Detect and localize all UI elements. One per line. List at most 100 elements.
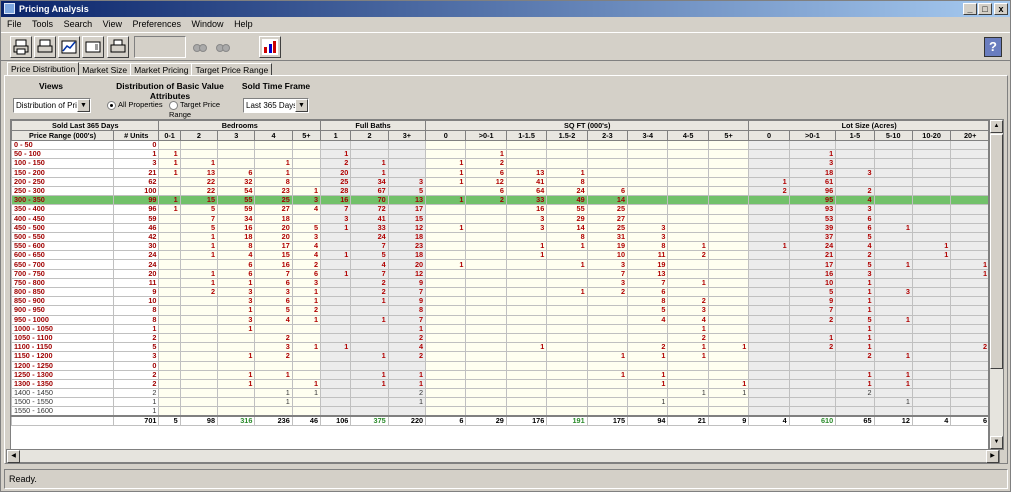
count-cell[interactable]: 1 xyxy=(465,149,507,160)
count-cell[interactable] xyxy=(873,268,913,279)
count-cell[interactable]: 1 xyxy=(667,241,709,252)
count-cell[interactable] xyxy=(667,222,709,233)
count-cell[interactable] xyxy=(835,406,875,417)
count-cell[interactable]: 1 xyxy=(254,388,293,399)
count-cell[interactable] xyxy=(950,149,988,160)
count-cell[interactable]: 25 xyxy=(320,176,352,187)
count-cell[interactable]: 24 xyxy=(788,241,837,252)
column-header[interactable]: 10-20 xyxy=(911,130,952,141)
count-cell[interactable]: 28 xyxy=(320,185,352,197)
count-cell[interactable]: 6 xyxy=(217,268,256,279)
count-cell[interactable]: 1 xyxy=(291,378,322,390)
count-cell[interactable]: 13 xyxy=(627,268,669,279)
count-cell[interactable]: 2 xyxy=(387,332,427,344)
count-cell[interactable] xyxy=(950,332,988,344)
count-cell[interactable]: 1 xyxy=(911,250,952,261)
radio-target-price-range[interactable]: Target Price Range xyxy=(169,100,239,120)
count-cell[interactable] xyxy=(748,158,790,169)
units-cell[interactable]: 96 xyxy=(113,204,160,215)
column-header[interactable]: 20+ xyxy=(950,130,988,141)
units-cell[interactable]: 99 xyxy=(113,195,160,206)
menu-view[interactable]: View xyxy=(99,17,126,31)
count-cell[interactable] xyxy=(465,296,507,307)
count-cell[interactable] xyxy=(835,158,875,169)
count-cell[interactable] xyxy=(748,250,790,261)
count-cell[interactable] xyxy=(505,388,548,399)
count-cell[interactable]: 6 xyxy=(465,185,507,197)
count-cell[interactable] xyxy=(505,158,548,169)
count-cell[interactable]: 1 xyxy=(586,369,629,380)
count-cell[interactable]: 7 xyxy=(254,268,293,279)
count-cell[interactable] xyxy=(748,323,790,334)
count-cell[interactable]: 3 xyxy=(217,296,256,307)
count-cell[interactable] xyxy=(707,369,750,380)
count-cell[interactable] xyxy=(425,277,467,289)
count-cell[interactable] xyxy=(465,378,507,390)
count-cell[interactable]: 1 xyxy=(911,241,952,252)
count-cell[interactable] xyxy=(707,195,750,206)
count-cell[interactable]: 1 xyxy=(254,397,293,408)
count-cell[interactable] xyxy=(707,314,750,325)
count-cell[interactable]: 13 xyxy=(505,167,548,178)
units-cell[interactable]: 24 xyxy=(113,259,160,270)
count-cell[interactable] xyxy=(586,139,629,151)
count-cell[interactable]: 1 xyxy=(586,351,629,362)
count-cell[interactable] xyxy=(425,149,467,160)
count-cell[interactable]: 1 xyxy=(835,342,875,353)
count-cell[interactable] xyxy=(179,369,219,380)
count-cell[interactable]: 25 xyxy=(254,195,293,206)
count-cell[interactable]: 2 xyxy=(835,185,875,197)
count-cell[interactable] xyxy=(291,406,322,417)
count-cell[interactable] xyxy=(425,213,467,224)
table-row[interactable]: 800 - 850 9 2 3 3 1 2 7 1 2 6 5 1 3 xyxy=(11,286,988,298)
count-cell[interactable] xyxy=(707,268,750,279)
count-cell[interactable]: 20 xyxy=(387,259,427,270)
units-cell[interactable]: 1 xyxy=(113,323,160,334)
count-cell[interactable] xyxy=(586,167,629,178)
count-cell[interactable]: 1 xyxy=(627,397,669,408)
count-cell[interactable] xyxy=(873,342,913,353)
count-cell[interactable]: 3 xyxy=(254,342,293,353)
count-cell[interactable]: 1 xyxy=(505,342,548,353)
count-cell[interactable]: 1 xyxy=(950,268,988,279)
count-cell[interactable]: 1 xyxy=(425,222,467,233)
count-cell[interactable]: 18 xyxy=(387,231,427,243)
count-cell[interactable] xyxy=(911,176,952,187)
units-cell[interactable]: 2 xyxy=(113,378,160,390)
count-cell[interactable] xyxy=(748,342,790,353)
count-cell[interactable] xyxy=(425,388,467,399)
count-cell[interactable] xyxy=(505,360,548,371)
count-cell[interactable]: 1 xyxy=(320,250,352,261)
count-cell[interactable]: 1 xyxy=(873,369,913,380)
column-header[interactable]: 5+ xyxy=(291,130,322,141)
count-cell[interactable]: 1 xyxy=(835,323,875,334)
price-range-cell[interactable]: 750 - 800 xyxy=(11,277,115,289)
count-cell[interactable] xyxy=(707,406,750,417)
count-cell[interactable] xyxy=(667,286,709,298)
count-cell[interactable] xyxy=(320,296,352,307)
table-row[interactable]: 1000 - 1050 1 1 1 1 1 xyxy=(11,323,988,334)
count-cell[interactable]: 16 xyxy=(217,222,256,233)
count-cell[interactable] xyxy=(873,204,913,215)
count-cell[interactable]: 2 xyxy=(788,314,837,325)
count-cell[interactable]: 17 xyxy=(387,204,427,215)
count-cell[interactable] xyxy=(873,296,913,307)
count-cell[interactable] xyxy=(950,139,988,151)
count-cell[interactable] xyxy=(950,369,988,380)
count-cell[interactable] xyxy=(707,360,750,371)
count-cell[interactable] xyxy=(217,158,256,169)
count-cell[interactable] xyxy=(911,388,952,399)
count-cell[interactable] xyxy=(546,314,588,325)
count-cell[interactable] xyxy=(387,158,427,169)
table-row[interactable]: 250 - 300 100 22 54 23 1 28 67 5 6 64 24 6 2 96 2 xyxy=(11,185,988,197)
count-cell[interactable] xyxy=(586,388,629,399)
count-cell[interactable]: 9 xyxy=(387,296,427,307)
count-cell[interactable] xyxy=(179,314,219,325)
count-cell[interactable] xyxy=(911,314,952,325)
count-cell[interactable]: 1 xyxy=(179,241,219,252)
count-cell[interactable] xyxy=(748,268,790,279)
count-cell[interactable] xyxy=(505,332,548,344)
count-cell[interactable] xyxy=(586,296,629,307)
count-cell[interactable] xyxy=(627,167,669,178)
count-cell[interactable] xyxy=(425,342,467,353)
